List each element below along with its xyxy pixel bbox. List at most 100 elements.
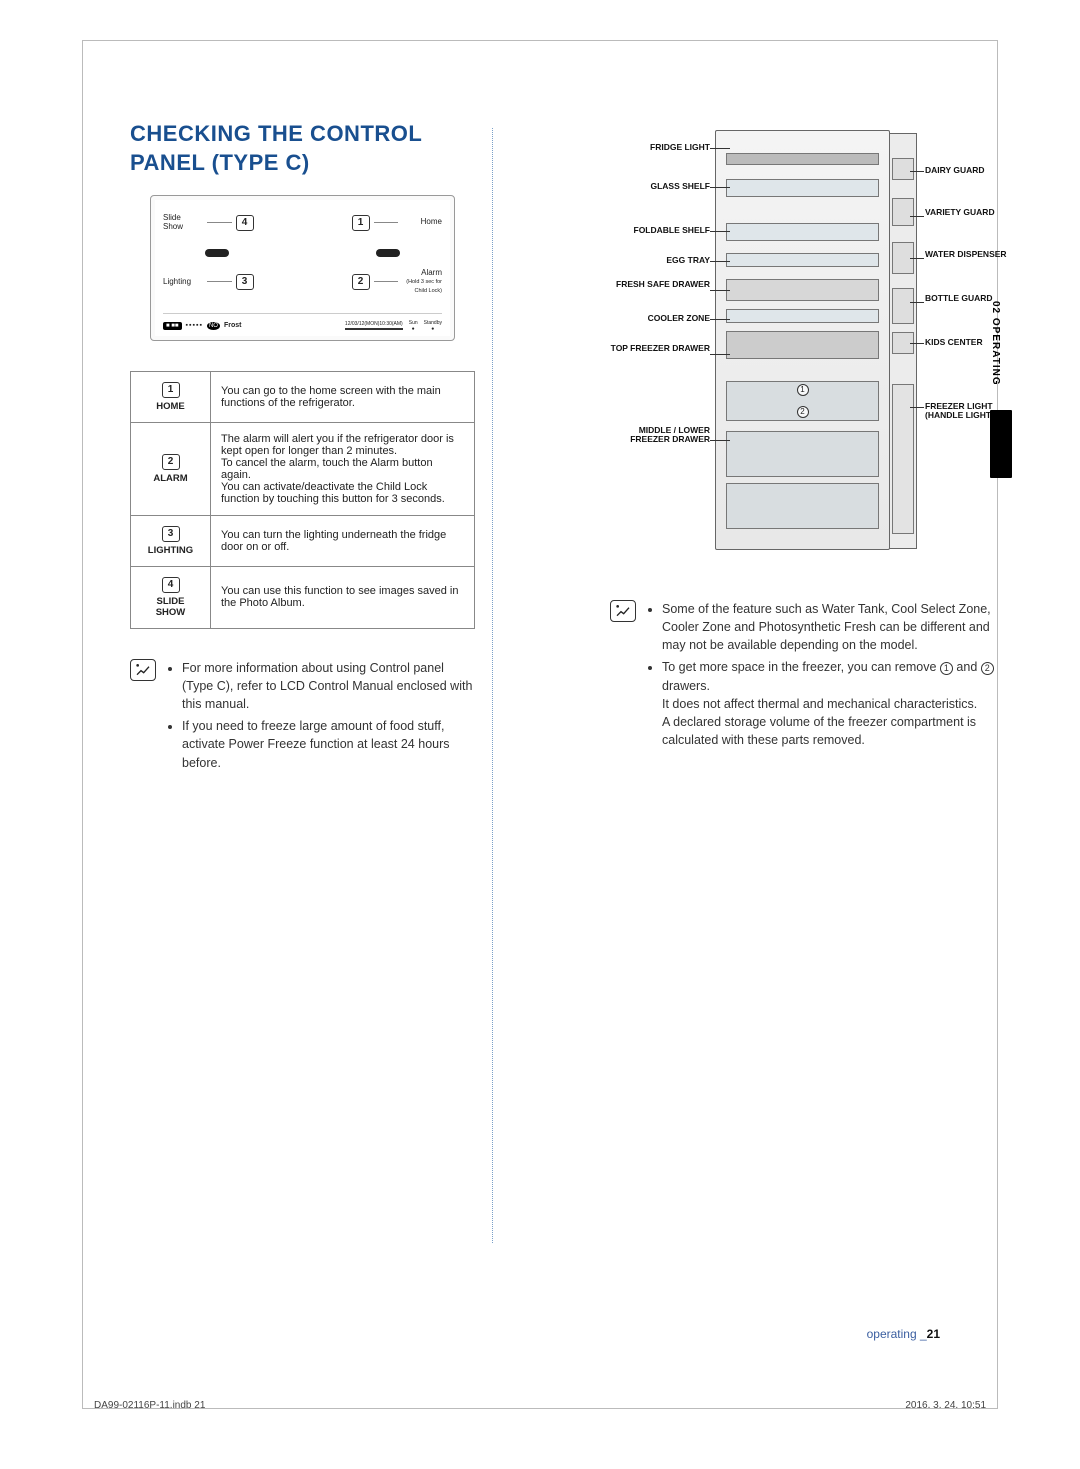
diagram-circ-1: 1 [797,384,809,396]
table-row: 4 SLIDE SHOW You can use this function t… [131,566,475,628]
left-column: CHECKING THE CONTROL PANEL (TYPE C) Slid… [130,120,475,776]
lead [710,261,730,262]
leader-line [374,222,399,223]
lead [910,216,924,217]
label-mid-lower: MIDDLE / LOWER FREEZER DRAWER [610,426,710,445]
alarm-text: Alarm [421,268,442,277]
lead [910,258,924,259]
print-footer: DA99-02116P-11.indb 21 2016. 3. 24. 10:5… [88,1400,992,1411]
note-icon [610,600,636,622]
fridge-diagram: 1 2 FRIDGE LIGHT GLASS SHELF FOL [610,130,1000,560]
panel-touch-left [205,249,229,257]
cell-alarm-desc: The alarm will alert you if the refriger… [211,422,475,515]
panel-num-3: 3 [236,274,254,290]
panel-date-text: 12/03/12(MON)10:30(AM) [345,321,403,327]
divider [726,331,879,359]
lower-freezer-drawer [726,483,879,529]
panel-row-top: Slide Show 4 1 Home [163,214,442,231]
foldable-shelf [726,223,879,241]
dots-icon: ▪▪▪▪▪ [186,322,203,329]
lead [910,407,924,408]
section-side-tab: 02 OPERATING [990,278,1012,498]
no-circle-icon: NO [207,322,220,330]
table-row: 3 LIGHTING You can turn the lighting und… [131,515,475,566]
page-number: 21 [927,1327,940,1341]
page-footer-right: operating _21 [867,1327,940,1341]
panel-label-lighting: Lighting [163,278,203,286]
num-4: 4 [162,577,180,593]
panel-footer: ■ ■■ ▪▪▪▪▪ NO Frost 12/03/12(MON)10:30(A… [163,313,442,332]
egg-tray [726,253,879,267]
lead [910,343,924,344]
mid-freezer-drawer [726,431,879,477]
dairy-guard [892,158,914,180]
alarm-sub: (Hold 3 sec for Child Lock) [406,279,442,294]
note-icon [130,659,156,681]
circ-2: 2 [981,662,994,675]
lead [710,148,730,149]
label-foldable-shelf: FOLDABLE SHELF [610,226,710,235]
right-column: 1 2 FRIDGE LIGHT GLASS SHELF FOL [610,120,1010,753]
label-top-freezer: TOP FREEZER DRAWER [610,344,710,353]
name-home: HOME [156,401,185,412]
label-fridge-light: FRIDGE LIGHT [610,143,710,152]
right-note-2: To get more space in the freezer, you ca… [662,658,1010,749]
print-footer-left: DA99-02116P-11.indb 21 [94,1400,205,1411]
right-note-list: Some of the feature such as Water Tank, … [646,600,1010,753]
panel-num-1: 1 [352,215,370,231]
footer-word: operating _ [867,1327,927,1341]
panel-row-bottom: Lighting 3 2 Alarm (Hold 3 sec for Child… [163,269,442,295]
num-3: 3 [162,526,180,542]
lead [710,231,730,232]
variety-guard [892,198,914,226]
label-cooler-zone: COOLER ZONE [610,314,710,323]
cell-lighting-label: 3 LIGHTING [131,515,211,566]
fridge-light-bar [726,153,879,165]
right-note-block: Some of the feature such as Water Tank, … [610,600,1010,753]
panel-date: 12/03/12(MON)10:30(AM) [345,321,403,330]
fridge-body: 1 2 [715,130,890,550]
side-tab-bar [990,410,1012,478]
n2a: To get more space in the freezer, you ca… [662,660,940,674]
lead [710,440,730,441]
left-note-list: For more information about using Control… [166,659,475,776]
standby-label: Standby● [424,320,442,332]
left-note-1: For more information about using Control… [182,659,475,713]
leader-line [207,281,232,282]
left-note-2: If you need to freeze large amount of fo… [182,717,475,771]
name-lighting: LIGHTING [148,545,193,556]
lead [910,302,924,303]
lead [710,319,730,320]
label-variety: VARIETY GUARD [925,208,1015,217]
right-note-1: Some of the feature such as Water Tank, … [662,600,1010,654]
lead [710,354,730,355]
panel-label-home: Home [402,218,442,226]
name-slideshow: SLIDE SHOW [156,596,186,618]
n2d: It does not affect thermal and mechanica… [662,697,977,711]
label-fresh-safe: FRESH SAFE DRAWER [610,280,710,289]
page-content: CHECKING THE CONTROL PANEL (TYPE C) Slid… [130,120,1010,1359]
print-footer-right: 2016. 3. 24. 10:51 [905,1400,986,1411]
cell-lighting-desc: You can turn the lighting underneath the… [211,515,475,566]
lead [710,187,730,188]
circ-1: 1 [940,662,953,675]
table-row: 2 ALARM The alarm will alert you if the … [131,422,475,515]
name-alarm: ALARM [153,473,187,484]
left-note-block: For more information about using Control… [130,659,475,776]
bottle-guard [892,288,914,324]
panel-num-4: 4 [236,215,254,231]
cell-alarm-label: 2 ALARM [131,422,211,515]
fridge-door [889,133,917,549]
lead [710,290,730,291]
panel-touch-right [376,249,400,257]
panel-label-slide-show: Slide Show [163,214,203,231]
cell-home-label: 1 HOME [131,371,211,422]
controls-table: 1 HOME You can go to the home screen wit… [130,371,475,629]
panel-num-2: 2 [352,274,370,290]
top-freezer-drawer: 1 2 [726,381,879,421]
pill-icon: ■ ■■ [163,322,182,330]
label-dairy: DAIRY GUARD [925,166,1015,175]
panel-box: Slide Show 4 1 Home Lighting 3 [150,195,455,341]
num-2: 2 [162,454,180,470]
cell-slideshow-desc: You can use this function to see images … [211,566,475,628]
